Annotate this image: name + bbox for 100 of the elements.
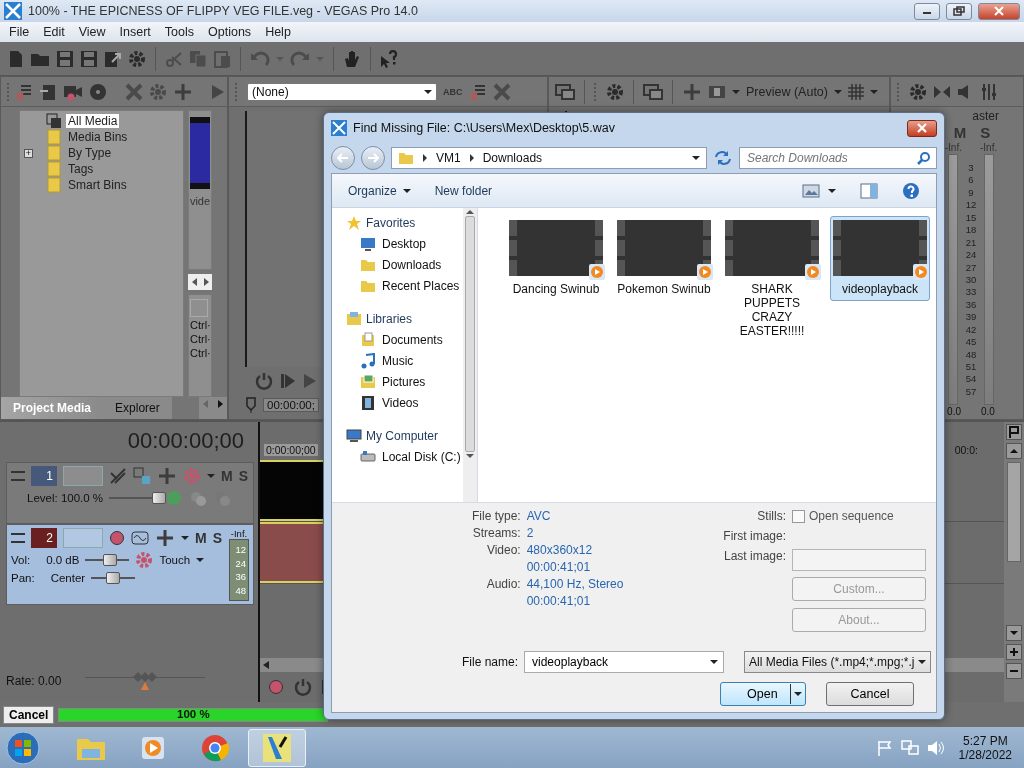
breadcrumb-item[interactable]: Downloads: [482, 151, 543, 165]
restore-icon[interactable]: [953, 6, 965, 16]
caret-icon[interactable]: [196, 557, 205, 563]
preset-dropdown[interactable]: (None): [247, 82, 437, 101]
play-icon[interactable]: [303, 373, 317, 389]
delete-icon[interactable]: [125, 82, 143, 101]
refresh-icon[interactable]: [713, 149, 733, 167]
menu-item[interactable]: Tools: [157, 24, 202, 40]
menu-item[interactable]: Insert: [112, 24, 158, 40]
forward-button[interactable]: [361, 146, 385, 170]
dropdown-caret-icon[interactable]: [692, 155, 700, 161]
disc-icon[interactable]: [89, 82, 107, 101]
audio-clip[interactable]: [260, 522, 326, 583]
invert-phase-icon[interactable]: [131, 531, 149, 545]
preview-pane-icon[interactable]: [860, 182, 878, 199]
play-from-start-icon[interactable]: [281, 373, 295, 389]
slider-thumb[interactable]: [102, 554, 117, 566]
restore-button[interactable]: [946, 2, 972, 20]
shuttle-handle[interactable]: [131, 670, 160, 692]
redo-icon[interactable]: [290, 50, 310, 67]
organize-button[interactable]: Organize: [348, 183, 411, 198]
menu-item[interactable]: View: [71, 24, 113, 40]
video-file-tile[interactable]: videoplayback: [830, 216, 930, 301]
marker-button[interactable]: [1006, 424, 1022, 440]
search-field[interactable]: Search Downloads: [745, 150, 917, 166]
split-icon[interactable]: [682, 83, 702, 100]
caret-icon[interactable]: [424, 88, 432, 95]
back-button[interactable]: [331, 146, 355, 170]
automation-mode[interactable]: Touch: [159, 554, 191, 566]
nav-item[interactable]: Downloads: [382, 257, 442, 272]
cut-icon[interactable]: [165, 49, 183, 68]
last-image-field[interactable]: [792, 549, 926, 571]
caret-icon[interactable]: [181, 535, 189, 541]
video-file-tile[interactable]: SHARK PUPPETS CRAZY EASTER!!!!!: [722, 216, 822, 343]
menu-item[interactable]: Help: [258, 24, 298, 40]
import-media-icon[interactable]: [39, 82, 57, 101]
tree-item[interactable]: Tags: [66, 162, 96, 176]
mixer-icon[interactable]: [981, 83, 997, 100]
overlay-icon[interactable]: [708, 83, 726, 100]
search-box[interactable]: Search Downloads: [739, 147, 937, 169]
split-icon[interactable]: [155, 530, 175, 546]
taskbar-app[interactable]: [248, 728, 306, 767]
slider-thumb[interactable]: [106, 572, 121, 584]
caret-icon[interactable]: [828, 187, 836, 194]
menu-item[interactable]: Edit: [36, 24, 72, 40]
network-icon[interactable]: [900, 739, 919, 756]
cancel-button[interactable]: Cancel: [826, 682, 914, 706]
close-icon[interactable]: [994, 6, 1004, 16]
mute-toggle[interactable]: M: [195, 530, 207, 546]
nav-item[interactable]: Pictures: [382, 374, 426, 389]
scroll-up-button[interactable]: [1006, 443, 1022, 459]
tree-item[interactable]: By Type: [66, 146, 114, 160]
file-type-dropdown[interactable]: All Media Files (*.mp4;*.mpg;*.j: [744, 651, 932, 673]
flag-icon[interactable]: [876, 739, 893, 756]
right-arrow-icon[interactable]: [203, 278, 209, 286]
scroll-left-icon[interactable]: [262, 660, 270, 670]
delete-icon[interactable]: [492, 82, 511, 101]
remove-media-icon[interactable]: [468, 82, 487, 101]
external-monitor-icon[interactable]: [643, 83, 663, 100]
nav-group[interactable]: Libraries: [366, 311, 413, 326]
save-icon[interactable]: [56, 49, 74, 68]
slider-thumb[interactable]: [152, 492, 167, 504]
undo-icon[interactable]: [250, 50, 270, 67]
caret-icon[interactable]: [794, 691, 802, 697]
menu-item[interactable]: Options: [201, 24, 259, 40]
clock[interactable]: 5:27 PM 1/28/2022: [952, 733, 1018, 762]
left-arrow-icon[interactable]: [191, 278, 197, 286]
cancel-button[interactable]: Cancel: [3, 705, 55, 724]
scroll-down-button[interactable]: [1006, 625, 1022, 641]
track-name-field[interactable]: [63, 528, 103, 548]
nav-item[interactable]: Music: [382, 353, 414, 368]
loop-icon[interactable]: [255, 372, 273, 390]
render-icon[interactable]: [104, 49, 122, 68]
breadcrumb-item[interactable]: VM1: [436, 151, 461, 165]
tree-item[interactable]: Smart Bins: [66, 178, 129, 192]
arm-record-icon[interactable]: [109, 530, 125, 546]
play-icon[interactable]: [211, 83, 225, 100]
monitor-icon[interactable]: [555, 83, 575, 100]
file-name-combo-box[interactable]: videoplayback: [524, 651, 725, 673]
solo-toggle[interactable]: S: [212, 530, 222, 546]
split-icon[interactable]: [173, 83, 193, 100]
hand-icon[interactable]: [343, 49, 361, 68]
zoom-in-button[interactable]: [1006, 644, 1022, 660]
nav-group[interactable]: My Computer: [366, 428, 439, 443]
tree-item[interactable]: All Media: [66, 114, 120, 128]
volume-icon[interactable]: [926, 739, 945, 756]
nav-group[interactable]: Favorites: [366, 215, 416, 230]
help-pointer-icon[interactable]: [380, 49, 400, 68]
panel-tab[interactable]: Explorer: [103, 397, 172, 419]
help-icon[interactable]: [902, 181, 920, 200]
bypass-icon[interactable]: [933, 84, 951, 99]
expand-toggle[interactable]: +: [24, 148, 33, 158]
loop-icon[interactable]: [294, 678, 312, 696]
checkbox[interactable]: [792, 509, 805, 523]
video-clip[interactable]: [260, 460, 326, 521]
automation-icon[interactable]: [135, 551, 154, 569]
nav-item[interactable]: Recent Places: [382, 278, 460, 293]
record-icon[interactable]: [268, 679, 284, 695]
collapse-icon[interactable]: [11, 471, 25, 481]
new-folder-button[interactable]: New folder: [434, 183, 493, 198]
